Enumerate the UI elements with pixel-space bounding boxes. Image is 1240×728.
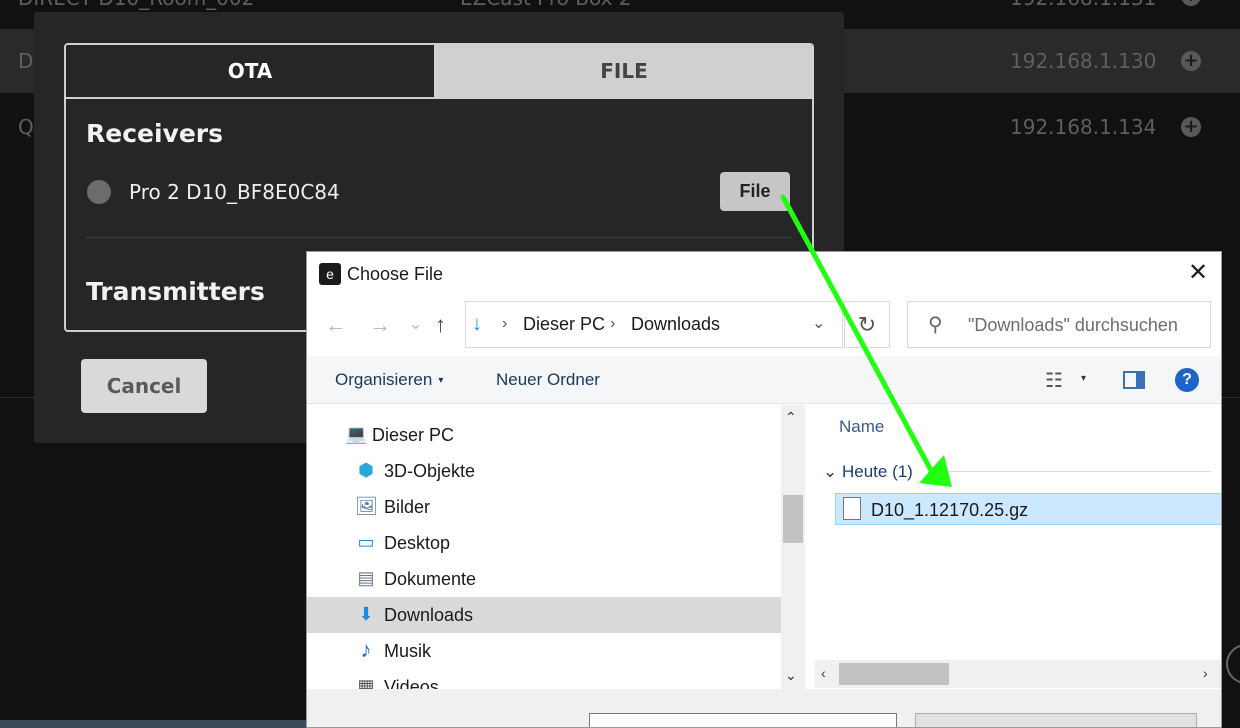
tree-item-label: Dieser PC <box>372 425 455 445</box>
file-type-select[interactable] <box>915 713 1197 727</box>
tree-scrollbar[interactable]: ⌃ ⌄ <box>781 405 805 689</box>
pictures-icon: 🖼 <box>355 496 378 516</box>
file-name-field[interactable] <box>589 713 897 727</box>
device-model: EZCast Pro Box 2 <box>460 0 632 10</box>
cancel-button[interactable]: Cancel <box>81 359 207 413</box>
tree-item-this-pc[interactable]: 💻 Dieser PC <box>307 417 781 453</box>
tree-item-label: Dokumente <box>384 569 477 589</box>
divider <box>929 471 1211 472</box>
cube-icon: ⬢ <box>358 460 374 480</box>
scroll-up-icon[interactable]: ⌃ <box>785 409 797 426</box>
tree-item-label: Bilder <box>384 497 431 517</box>
computer-icon: 💻 <box>345 424 368 444</box>
tree-item-pictures[interactable]: 🖼 Bilder <box>307 489 781 525</box>
command-bar: Organisieren ▾ Neuer Ordner ☷ ▾ ? <box>307 356 1221 404</box>
device-ip: 192.168.1.130 <box>1010 49 1157 73</box>
breadcrumb[interactable]: Dieser PC <box>523 314 605 335</box>
tree-item-label: Musik <box>384 641 432 661</box>
circle-icon <box>1226 644 1240 684</box>
download-icon: ⬇ <box>358 604 374 624</box>
tab-file[interactable]: FILE <box>436 45 812 97</box>
file-icon <box>843 497 861 520</box>
new-folder-button[interactable]: Neuer Ordner <box>496 370 600 390</box>
chevron-right-icon: › <box>610 315 616 332</box>
view-options-icon[interactable]: ☷ <box>1045 368 1063 393</box>
tree-item-documents[interactable]: ▤ Dokumente <box>307 561 781 597</box>
tree-item-desktop[interactable]: ▭ Desktop <box>307 525 781 561</box>
receivers-heading: Receivers <box>86 119 224 148</box>
divider <box>86 237 792 238</box>
navigation-tree: 💻 Dieser PC ⬢ 3D-Objekte 🖼 Bilder ▭ Desk… <box>307 405 781 727</box>
status-dot-icon <box>87 180 111 204</box>
chevron-right-icon: › <box>502 315 508 332</box>
dialog-title: Choose File <box>347 264 444 284</box>
scroll-down-icon[interactable]: ⌄ <box>785 667 797 684</box>
column-header-name[interactable]: Name <box>839 417 884 437</box>
device-name: DIRECT D10_Room_002 <box>18 0 254 10</box>
up-arrow-icon[interactable]: ↑ <box>435 312 446 338</box>
search-placeholder: "Downloads" durchsuchen <box>968 315 1178 335</box>
device-name: Q <box>18 115 34 139</box>
file-list: Name ⌄ Heute (1) D10_1.12170.25.gz <box>807 405 1221 665</box>
organize-button[interactable]: Organisieren ▾ <box>335 370 443 390</box>
search-icon: ⚲ <box>928 314 943 336</box>
tree-item-label: Desktop <box>384 533 451 553</box>
tree-item-label: 3D-Objekte <box>384 461 476 481</box>
scrollbar-thumb[interactable] <box>839 663 949 685</box>
file-name: D10_1.12170.25.gz <box>871 500 1029 520</box>
device-ip: 192.168.1.131 <box>1010 0 1156 10</box>
app-icon: e <box>319 263 341 285</box>
group-label: Heute (1) <box>841 462 913 481</box>
add-device-icon[interactable]: + <box>1181 0 1201 6</box>
breadcrumb[interactable]: Downloads <box>631 314 720 335</box>
recent-locations-icon[interactable]: ⌄ <box>409 314 422 334</box>
chevron-down-icon: ⌄ <box>823 462 838 481</box>
document-icon: ▤ <box>357 568 375 588</box>
device-name: D <box>18 49 34 73</box>
choose-file-button[interactable]: File <box>720 172 790 211</box>
scroll-left-icon[interactable]: ‹ <box>821 665 826 681</box>
music-icon: ♪ <box>360 637 372 662</box>
tab-ota[interactable]: OTA <box>66 45 436 97</box>
tree-item-3d-objects[interactable]: ⬢ 3D-Objekte <box>307 453 781 489</box>
file-list-scrollbar[interactable]: ‹ › <box>815 660 1221 688</box>
taskbar <box>0 720 306 728</box>
tree-item-label: Downloads <box>384 605 474 625</box>
download-icon: ↓ <box>472 313 482 335</box>
back-arrow-icon[interactable]: ← <box>325 312 347 338</box>
tree-item-downloads[interactable]: ⬇ Downloads <box>307 597 781 633</box>
device-ip: 192.168.1.134 <box>1010 115 1157 139</box>
dialog-footer <box>307 689 1221 727</box>
group-header[interactable]: ⌄ Heute (1) <box>823 462 913 482</box>
help-icon[interactable]: ? <box>1175 368 1199 392</box>
search-input[interactable]: ⚲ "Downloads" durchsuchen <box>907 301 1211 348</box>
navigation-bar: ← → ⌄ ↑ ↓ › Dieser PC › Downloads ⌄ ↻ ⚲ … <box>307 296 1221 356</box>
caret-down-icon[interactable]: ▾ <box>1081 373 1086 384</box>
scrollbar-thumb[interactable] <box>783 495 803 543</box>
preview-pane-icon[interactable] <box>1123 371 1145 389</box>
organize-label: Organisieren <box>335 370 433 389</box>
close-icon[interactable]: ✕ <box>1183 258 1213 288</box>
add-device-icon[interactable]: + <box>1181 117 1201 137</box>
chevron-down-icon[interactable]: ⌄ <box>812 313 825 333</box>
scroll-right-icon[interactable]: › <box>1203 665 1208 681</box>
desktop-icon: ▭ <box>357 532 375 552</box>
tree-item-music[interactable]: ♪ Musik <box>307 633 781 669</box>
transmitters-heading: Transmitters <box>86 277 265 306</box>
forward-arrow-icon[interactable]: → <box>369 312 391 338</box>
receiver-name: Pro 2 D10_BF8E0C84 <box>129 180 340 204</box>
refresh-icon[interactable]: ↻ <box>844 301 890 348</box>
choose-file-dialog: e Choose File ✕ ← → ⌄ ↑ ↓ › Dieser PC › … <box>306 251 1222 728</box>
address-bar[interactable]: ↓ › Dieser PC › Downloads ⌄ <box>465 301 843 348</box>
add-device-icon[interactable]: + <box>1181 51 1201 71</box>
title-bar: e Choose File ✕ <box>307 252 1221 296</box>
list-item[interactable]: D10_1.12170.25.gz <box>835 493 1221 525</box>
caret-down-icon: ▾ <box>438 375 444 387</box>
